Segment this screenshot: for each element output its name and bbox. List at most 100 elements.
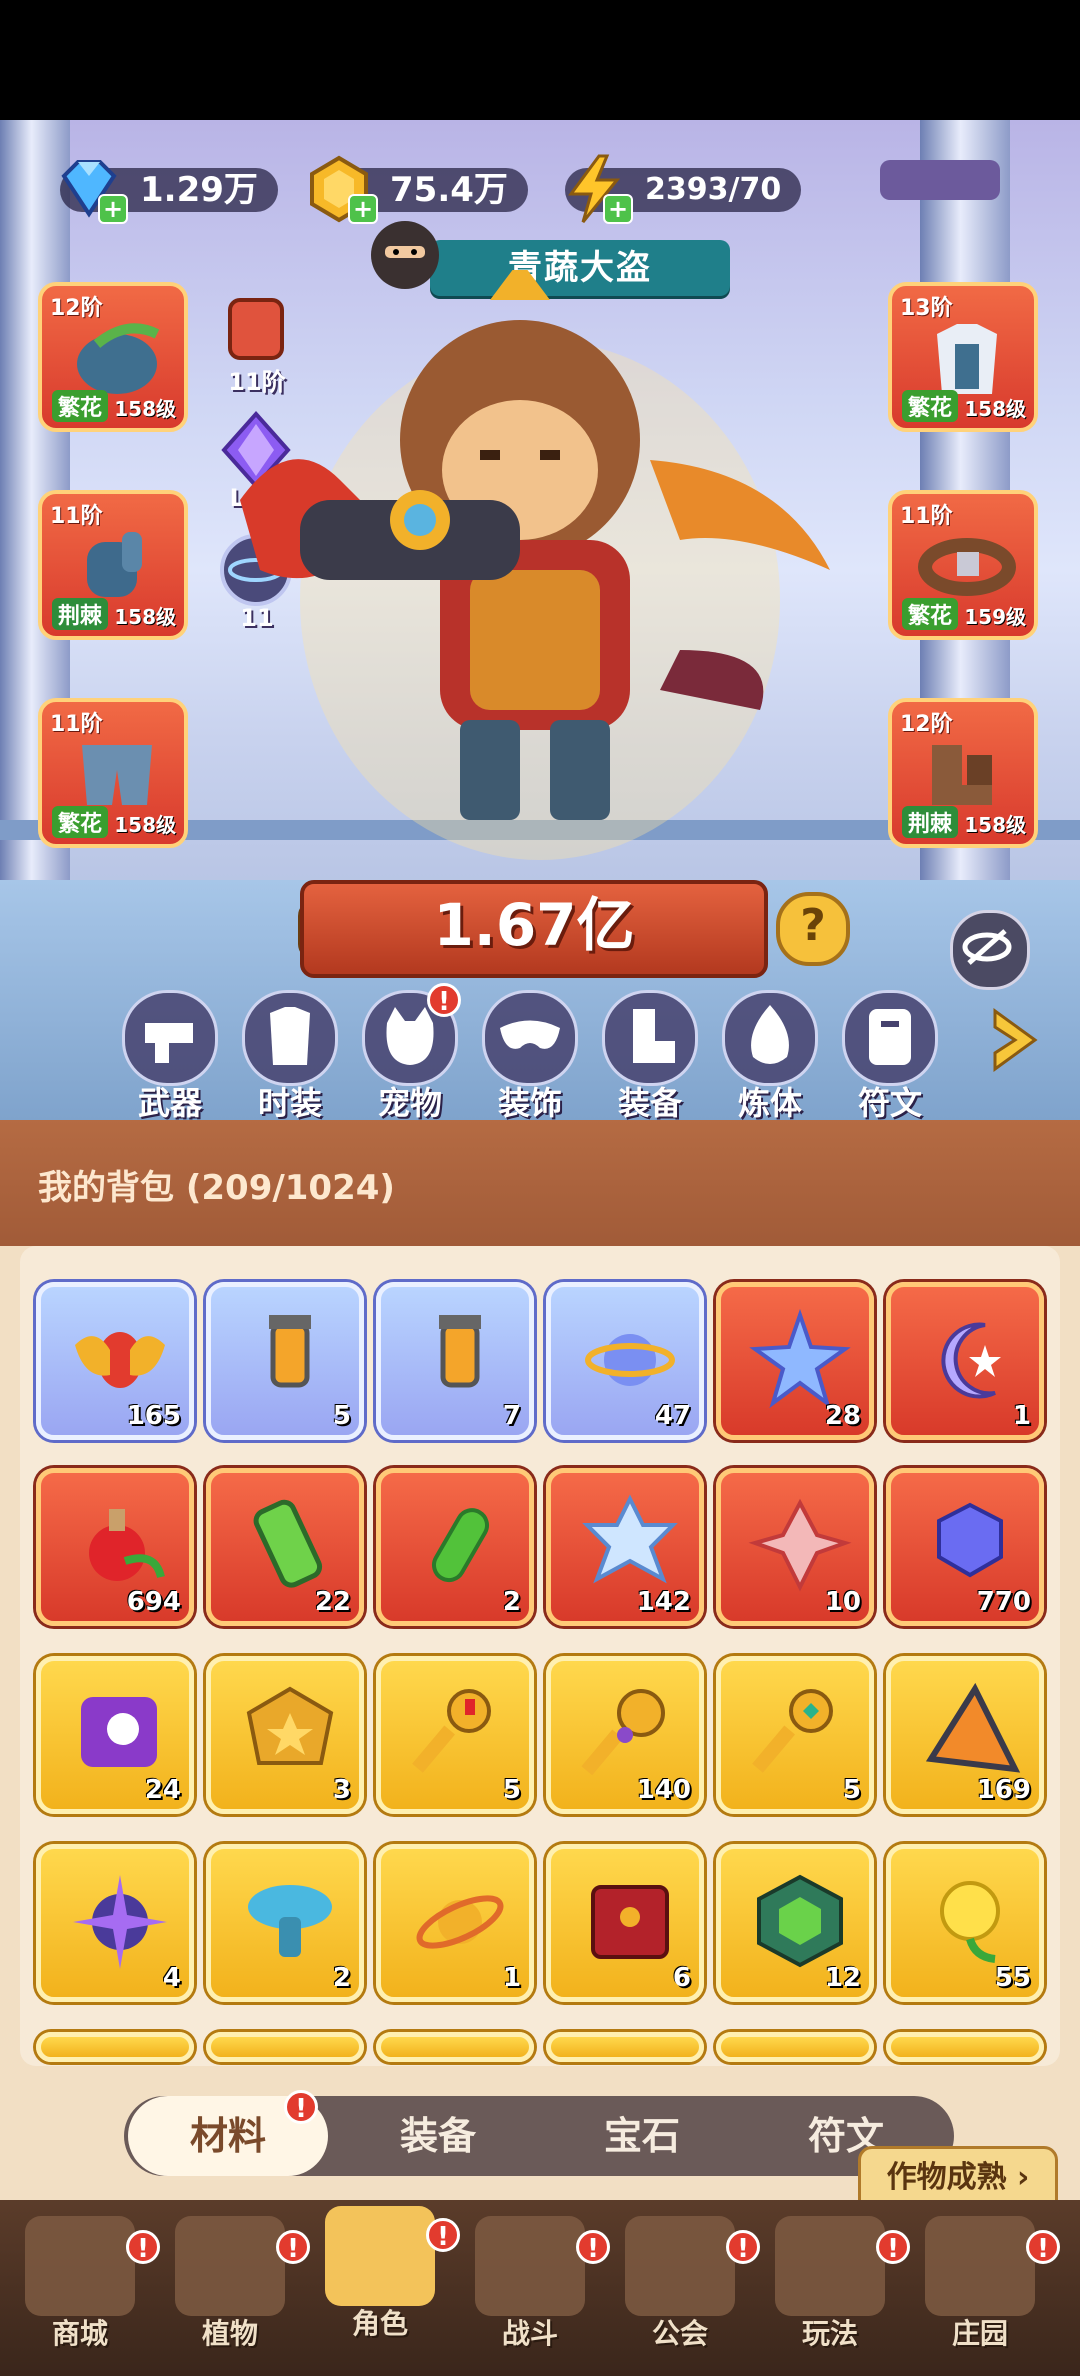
inventory-item[interactable]: 5	[206, 1282, 364, 1440]
hide-ui-button[interactable]	[950, 910, 1030, 990]
guild-hall-icon	[625, 2216, 735, 2316]
inventory-item[interactable]: 6	[546, 1844, 704, 2002]
inventory-item-partial[interactable]	[546, 2032, 704, 2062]
tab-label: 材料	[189, 2114, 266, 2158]
category-decoration[interactable]: 装饰	[480, 990, 580, 1124]
inventory-item[interactable]: 47	[546, 1282, 704, 1440]
item-count: 7	[502, 1401, 521, 1431]
equip-slot-helmet[interactable]: 12阶 繁花 158级	[38, 282, 188, 432]
slot-grade: 繁花	[902, 390, 959, 422]
notification-badge: !	[284, 2090, 318, 2124]
boot-icon	[633, 1009, 675, 1063]
slot-grade: 繁花	[52, 390, 109, 422]
nav-shop[interactable]: 商城 !	[10, 2216, 160, 2366]
inventory-item[interactable]: 1	[886, 1282, 1044, 1440]
golden-badge-icon	[246, 1686, 334, 1765]
inventory-item[interactable]: 7	[376, 1282, 534, 1440]
add-diamond-icon[interactable]: +	[98, 194, 128, 224]
inventory-item-partial[interactable]	[36, 2032, 194, 2062]
inventory-item[interactable]: 4	[36, 1844, 194, 2002]
item-count: 47	[654, 1401, 691, 1431]
item-count: 12	[824, 1963, 861, 1993]
green-cube-icon	[757, 1874, 843, 1968]
inventory-item-partial[interactable]	[206, 2032, 364, 2062]
nav-plants[interactable]: 植物 !	[160, 2216, 310, 2366]
slot-grade: 荆棘	[902, 806, 959, 838]
pyramid-crystal-icon	[925, 1682, 1021, 1773]
equip-slot-pants[interactable]: 11阶 繁花 158级	[38, 698, 188, 848]
chevron-right-icon[interactable]	[985, 1005, 1045, 1075]
nav-manor[interactable]: 庄园 !	[910, 2216, 1060, 2366]
nav-guild[interactable]: 公会 !	[610, 2216, 760, 2366]
inventory-item[interactable]: 2	[376, 1468, 534, 1626]
blue-mushroom-icon	[248, 1885, 332, 1957]
notification-badge: !	[126, 2230, 160, 2264]
inventory-item[interactable]: 694	[36, 1468, 194, 1626]
energy-counter[interactable]: + 2393/70	[565, 154, 802, 224]
gold-counter[interactable]: + 75.4万	[310, 155, 528, 224]
nav-label: 庄园	[951, 2317, 1008, 2350]
tab-gems[interactable]: 宝石	[542, 2096, 742, 2176]
equip-slot-gloves[interactable]: 11阶 荆棘 158级	[38, 490, 188, 640]
nav-label: 战斗	[501, 2317, 558, 2350]
item-count: 142	[636, 1587, 691, 1617]
emerald-key-icon	[752, 1689, 833, 1773]
category-fashion[interactable]: 时装	[240, 990, 340, 1124]
inventory-item[interactable]: 5	[716, 1656, 874, 1814]
notification-badge: !	[576, 2230, 610, 2264]
category-rune[interactable]: 符文	[840, 990, 940, 1124]
inventory-item[interactable]: 770	[886, 1468, 1044, 1626]
item-count: 1	[502, 1963, 521, 1993]
inventory-item-partial[interactable]	[376, 2032, 534, 2062]
slot-level: 158级	[964, 813, 1026, 837]
item-count: 4	[162, 1963, 181, 1993]
nav-label: 植物	[201, 2317, 258, 2350]
manor-house-icon	[925, 2216, 1035, 2316]
nav-character[interactable]: 角色 !	[310, 2206, 460, 2356]
inventory-item[interactable]: 1	[376, 1844, 534, 2002]
item-count: 10	[824, 1587, 861, 1617]
help-button[interactable]: ?	[776, 892, 850, 966]
red-potion-icon	[89, 1509, 165, 1581]
inventory-item-partial[interactable]	[886, 2032, 1044, 2062]
slot-level: 158级	[964, 397, 1026, 421]
inventory-item[interactable]: 10	[716, 1468, 874, 1626]
notification-badge: !	[427, 983, 461, 1017]
inventory-item[interactable]: 3	[206, 1656, 364, 1814]
blue-cube-cluster-icon	[937, 1502, 1003, 1578]
inventory-item[interactable]: 169	[886, 1656, 1044, 1814]
inventory-item[interactable]: 2	[206, 1844, 364, 2002]
inventory-item[interactable]: 165	[36, 1282, 194, 1440]
coat-icon	[270, 1007, 310, 1065]
shop-stall-icon	[25, 2216, 135, 2316]
crossed-swords-icon	[475, 2216, 585, 2316]
add-energy-icon[interactable]: +	[603, 194, 633, 224]
yellow-rose-icon	[940, 1881, 1000, 1963]
category-equipment[interactable]: 装备	[600, 990, 700, 1124]
category-pet[interactable]: ! 宠物	[360, 983, 461, 1124]
equip-slot-belt[interactable]: 11阶 繁花 159级	[888, 490, 1038, 640]
inventory-item[interactable]: 142	[546, 1468, 704, 1626]
category-weapon[interactable]: 武器	[120, 990, 220, 1124]
inventory-item[interactable]: 5	[376, 1656, 534, 1814]
slot-grade: 荆棘	[52, 598, 109, 630]
nav-battle[interactable]: 战斗 !	[460, 2216, 610, 2366]
gold-value: 75.4万	[390, 170, 508, 210]
inventory-item-partial[interactable]	[716, 2032, 874, 2062]
equip-slot-boots[interactable]: 12阶 荆棘 158级	[888, 698, 1038, 848]
inventory-item[interactable]: 28	[716, 1282, 874, 1440]
slot-grade: 繁花	[902, 598, 959, 630]
nav-gameplay[interactable]: 玩法 !	[760, 2216, 910, 2366]
tab-equipment[interactable]: 装备	[338, 2096, 538, 2176]
potion-vial-icon	[269, 1315, 311, 1388]
item-count: 22	[314, 1587, 351, 1617]
inventory-item[interactable]: 22	[206, 1468, 364, 1626]
equip-slot-armor[interactable]: 13阶 繁花 158级	[888, 282, 1038, 432]
inventory-item[interactable]: 55	[886, 1844, 1044, 2002]
diamond-counter[interactable]: + 1.29万	[60, 160, 278, 224]
inventory-item[interactable]: 140	[546, 1656, 704, 1814]
chevron-right-icon: ›	[1017, 2160, 1030, 2195]
inventory-item[interactable]: 24	[36, 1656, 194, 1814]
category-body-refine[interactable]: 炼体	[720, 990, 820, 1124]
inventory-item[interactable]: 12	[716, 1844, 874, 2002]
